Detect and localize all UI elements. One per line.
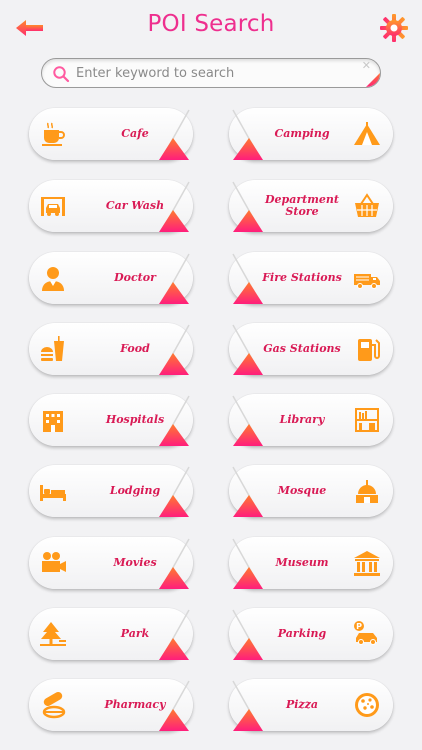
category-button-movies[interactable]: Movies (29, 537, 193, 590)
category-label: Doctor (114, 271, 156, 284)
category-label: Hospitals (105, 413, 165, 426)
category-button-park[interactable]: Park (29, 608, 193, 661)
category-label: Camping (274, 127, 330, 140)
category-button-pizza[interactable]: Pizza (229, 679, 393, 732)
category-label: Parking (277, 627, 327, 640)
mosque-dome-icon (356, 480, 378, 503)
category-button-doctor[interactable]: Doctor (29, 252, 193, 305)
category-label: Department Store (265, 193, 339, 218)
category-button-gas-stations[interactable]: Gas Stations (229, 323, 393, 376)
fuel-pump-icon (358, 339, 380, 361)
category-label: Lodging (109, 484, 161, 497)
fast-food-icon (41, 336, 64, 361)
category-label: Fire Stations (262, 271, 342, 284)
category-label: Library (279, 413, 325, 426)
tent-icon (354, 122, 380, 145)
museum-icon (354, 551, 380, 576)
category-label: Park (120, 627, 150, 640)
category-button-department-store[interactable]: Department Store (229, 180, 393, 233)
category-label: Food (120, 342, 150, 355)
shopping-basket-icon (355, 193, 379, 217)
category-button-museum[interactable]: Museum (229, 537, 393, 590)
doctor-icon (42, 267, 64, 291)
category-button-mosque[interactable]: Mosque (229, 465, 393, 518)
category-label: Museum (275, 556, 329, 569)
category-label: Gas Stations (263, 342, 341, 355)
pills-icon (42, 692, 66, 719)
pizza-icon (355, 693, 379, 717)
category-button-fire-stations[interactable]: Fire Stations (229, 252, 393, 305)
category-grid: Cafe Camping Car Wash Department Store Docto… (0, 0, 422, 750)
category-button-car-wash[interactable]: Car Wash (29, 180, 193, 233)
car-wash-icon (41, 197, 65, 216)
category-button-cafe[interactable]: Cafe (29, 108, 193, 161)
category-label: Pharmacy (104, 698, 166, 711)
category-button-parking[interactable]: P Parking (229, 608, 393, 661)
fire-truck-icon (354, 274, 380, 289)
coffee-cup-icon (42, 122, 65, 146)
category-button-lodging[interactable]: Lodging (29, 465, 193, 518)
category-button-camping[interactable]: Camping (229, 108, 393, 161)
category-button-library[interactable]: Library (229, 394, 393, 447)
category-button-hospitals[interactable]: Hospitals (29, 394, 193, 447)
category-label: Mosque (277, 484, 327, 497)
category-button-food[interactable]: Food (29, 323, 193, 376)
bookshelf-icon (355, 408, 379, 432)
category-label: Movies (113, 556, 157, 569)
movie-camera-icon (42, 552, 66, 572)
parking-car-icon: P (354, 621, 377, 645)
category-button-pharmacy[interactable]: Pharmacy (29, 679, 193, 732)
bed-icon (40, 485, 66, 501)
category-label: Cafe (121, 127, 149, 140)
category-label: Car Wash (105, 199, 165, 212)
park-tree-icon (40, 622, 66, 646)
hospital-building-icon (43, 411, 63, 432)
category-label: Pizza (285, 698, 319, 711)
svg-text:P: P (356, 622, 362, 631)
